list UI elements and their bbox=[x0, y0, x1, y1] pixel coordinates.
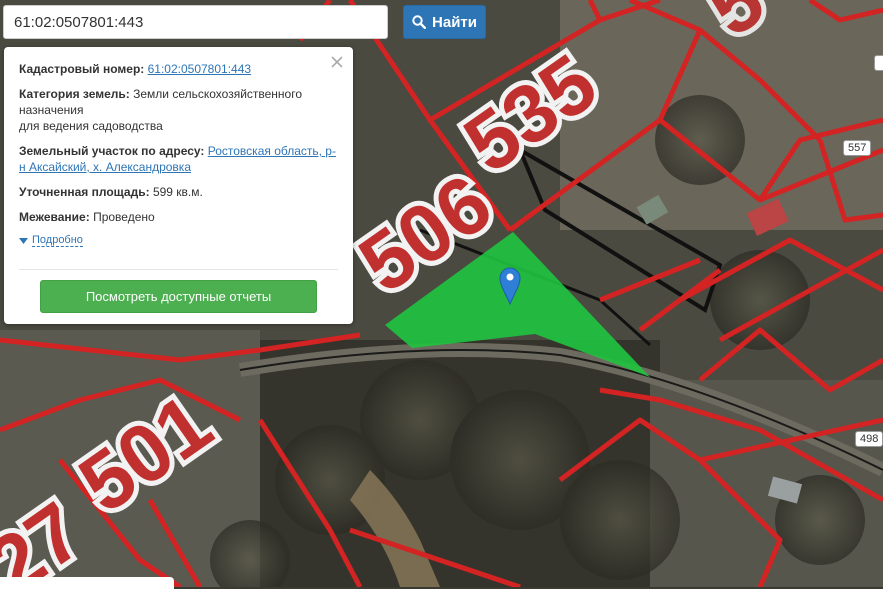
road-badge-partial bbox=[874, 55, 883, 71]
land-category-row: Категория земель: Земли сельскохозяйстве… bbox=[19, 86, 338, 134]
road-badge-498: 498 bbox=[855, 431, 883, 447]
road-badge-557: 557 bbox=[843, 140, 872, 156]
cadastral-number-row: Кадастровый номер: 61:02:0507801:443 bbox=[19, 61, 338, 77]
caret-down-icon bbox=[19, 237, 28, 244]
address-link-2[interactable]: н Аксайский, х. Александровка bbox=[19, 160, 191, 174]
search-icon bbox=[412, 15, 427, 29]
search-button-label: Найти bbox=[432, 13, 477, 31]
search-input[interactable] bbox=[3, 5, 388, 39]
survey-label: Межевание: bbox=[19, 210, 90, 224]
survey-row: Межевание: Проведено bbox=[19, 209, 338, 225]
area-row: Уточненная площадь: 599 кв.м. bbox=[19, 184, 338, 200]
land-category-label: Категория земель: bbox=[19, 87, 130, 101]
address-link[interactable]: Ростовская область, р- bbox=[208, 144, 336, 158]
survey-value: Проведено bbox=[93, 210, 155, 224]
view-reports-button[interactable]: Посмотреть доступные отчеты bbox=[40, 280, 317, 313]
parcel-info-panel: Кадастровый номер: 61:02:0507801:443 Кат… bbox=[4, 47, 353, 324]
area-value: 599 кв.м. bbox=[152, 185, 203, 199]
land-category-value-2: для ведения садоводства bbox=[19, 119, 163, 133]
close-icon[interactable] bbox=[330, 55, 344, 69]
search-button[interactable]: Найти bbox=[403, 5, 486, 39]
area-label: Уточненная площадь: bbox=[19, 185, 150, 199]
details-toggle[interactable]: Подробно bbox=[19, 234, 338, 247]
details-link[interactable]: Подробно bbox=[32, 234, 83, 247]
address-row: Земельный участок по адресу: Ростовская … bbox=[19, 143, 338, 175]
divider bbox=[19, 269, 338, 270]
address-label: Земельный участок по адресу: bbox=[19, 144, 205, 158]
cadastral-number-link[interactable]: 61:02:0507801:443 bbox=[148, 62, 251, 76]
cadastral-number-label: Кадастровый номер: bbox=[19, 62, 145, 76]
bottom-panel-tab[interactable] bbox=[0, 577, 174, 589]
